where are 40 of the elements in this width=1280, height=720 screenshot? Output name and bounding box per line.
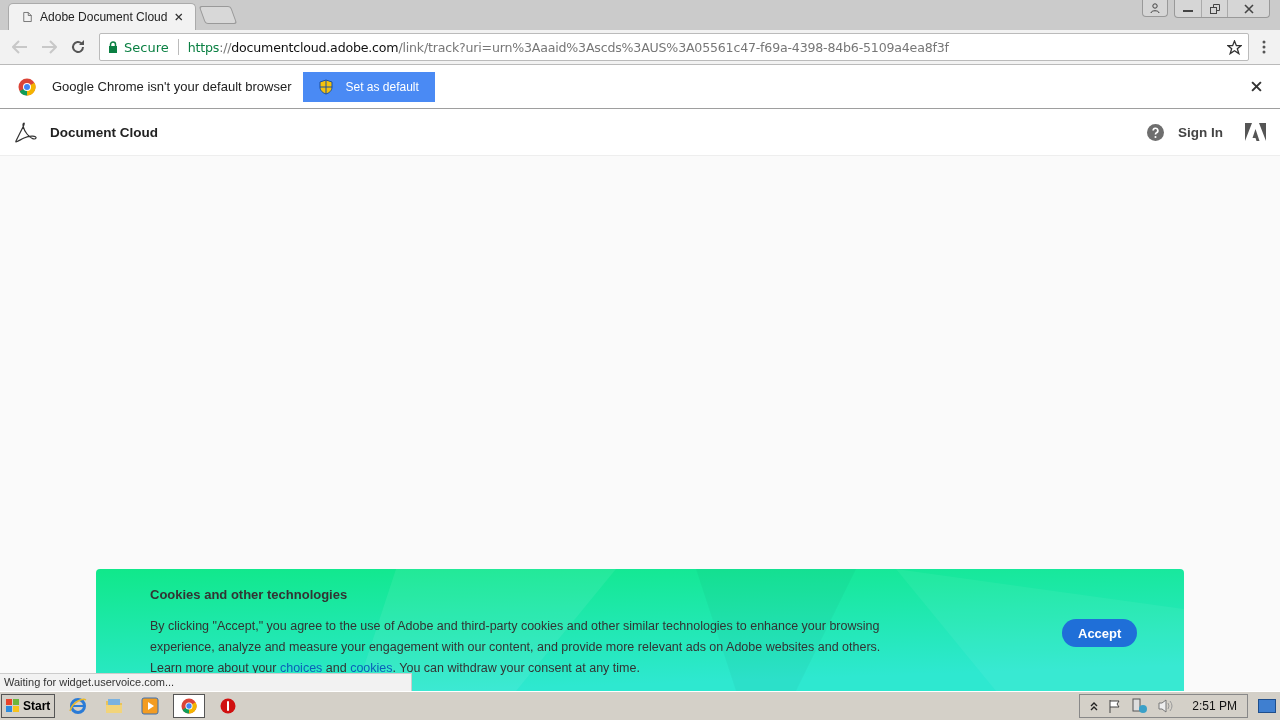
star-icon[interactable] <box>1227 39 1242 55</box>
start-button[interactable]: Start <box>1 694 56 718</box>
menu-icon[interactable] <box>1262 40 1266 54</box>
cookie-title: Cookies and other technologies <box>150 587 349 602</box>
person-icon <box>1150 3 1160 13</box>
chevron-up-icon[interactable] <box>1090 701 1099 711</box>
accept-button[interactable]: Accept <box>1062 619 1138 647</box>
close-icon[interactable] <box>175 12 183 22</box>
media-player-icon <box>141 697 160 715</box>
restore-icon <box>1209 3 1220 14</box>
stop-sign-icon <box>220 698 237 714</box>
flag-icon[interactable] <box>1108 699 1123 713</box>
adobe-logo-icon[interactable] <box>1245 123 1266 141</box>
close-icon[interactable] <box>1251 81 1262 92</box>
acrobat-logo-icon <box>14 121 38 143</box>
page-icon <box>23 10 33 24</box>
url-text: https://documentcloud.adobe.com/link/track?uri=urn%3Aaaid%3Ascds%3AUS%3A05561c47-f69a-4398-84b6-5109a4ea8f3f <box>187 39 949 55</box>
security-label: Secure <box>124 39 169 55</box>
browser-tab[interactable]: Adobe Document Cloud <box>8 3 196 30</box>
chrome-logo-icon <box>18 77 36 96</box>
profile-button[interactable] <box>1142 0 1168 17</box>
address-bar[interactable]: Secure https://documentcloud.adobe.com/link/track?uri=urn%3Aaaid%3Ascds%3AUS%3A05561c47-f69a-4398-84b6-5109a4ea8f3f <box>99 33 1249 61</box>
cookie-link[interactable]: choices <box>279 661 323 675</box>
chrome-icon <box>181 698 198 714</box>
reload-icon[interactable] <box>70 39 86 55</box>
infobar-message: Google Chrome isn't your default browser <box>52 79 292 94</box>
close-icon <box>1243 3 1254 14</box>
folder-icon <box>105 698 124 714</box>
help-icon[interactable] <box>1147 123 1164 141</box>
shield-icon <box>319 78 334 95</box>
clock: 2:51 PM <box>1192 699 1237 713</box>
sign-in-link[interactable]: Sign In <box>1178 124 1223 140</box>
speaker-icon[interactable] <box>1158 698 1175 714</box>
cookie-link[interactable]: cookies <box>350 661 393 675</box>
windows-logo-icon <box>6 699 20 713</box>
brand-name: Document Cloud <box>50 124 158 140</box>
status-bubble: Waiting for widget.uservoice.com... <box>0 673 412 691</box>
taskbar-app[interactable] <box>173 694 206 718</box>
lock-icon <box>108 41 118 53</box>
browser-e-icon <box>69 697 88 715</box>
